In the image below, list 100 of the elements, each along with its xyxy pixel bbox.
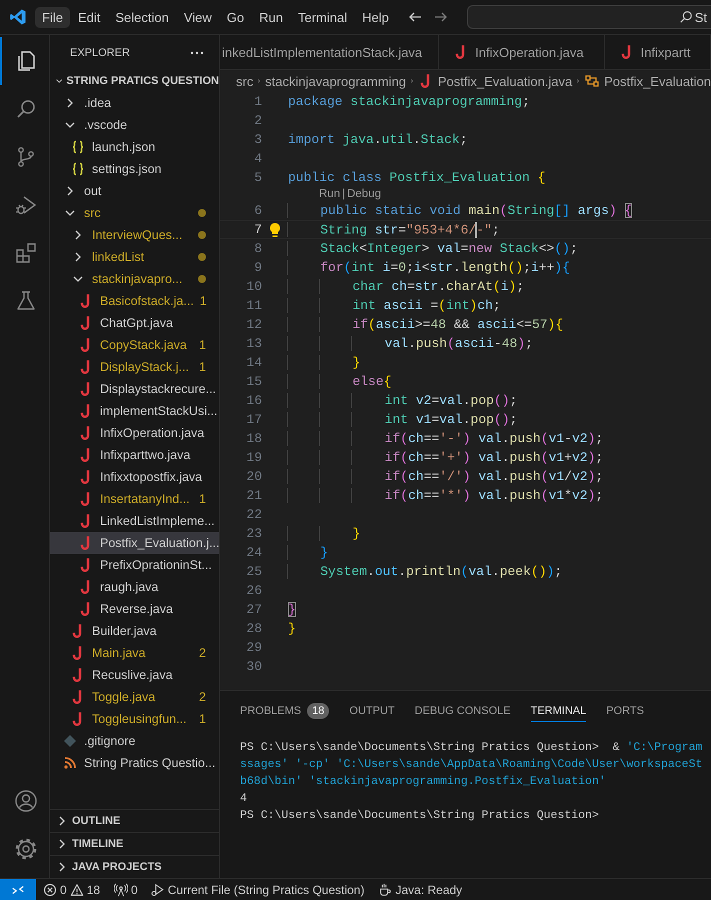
line-number: 14 bbox=[245, 355, 262, 370]
tree-item[interactable]: Builder.java bbox=[50, 620, 219, 642]
panel-tab[interactable]: PORTS bbox=[606, 700, 644, 722]
tree-item[interactable]: Toggleusingfun... 1 bbox=[50, 708, 219, 730]
section-header[interactable]: TIMELINE bbox=[50, 832, 219, 855]
file-name: Reverse.java bbox=[100, 602, 174, 616]
error-count: 0 bbox=[60, 882, 67, 896]
code-line: import java.util.Stack; bbox=[288, 132, 468, 147]
breadcrumb-item[interactable]: stackinjavaprogramming bbox=[265, 74, 406, 88]
panel-tab[interactable]: OUTPUT bbox=[349, 700, 395, 722]
line-number: 11 bbox=[245, 298, 262, 313]
tree-item[interactable]: Toggle.java 2 bbox=[50, 686, 219, 708]
file-name: implementStackUsi... bbox=[100, 404, 218, 418]
tree-item[interactable]: Postfix_Evaluation.j... bbox=[50, 532, 219, 554]
file-name: InfixOperation.java bbox=[100, 426, 206, 440]
editor-tab[interactable]: inkedListImplementationStack.java bbox=[220, 35, 440, 69]
status-item[interactable]: 0 bbox=[114, 882, 138, 896]
tree-item[interactable]: Main.java 2 bbox=[50, 642, 219, 664]
problem-count: 1 bbox=[199, 360, 207, 374]
code-line: } bbox=[288, 545, 328, 560]
code-line: } bbox=[288, 621, 296, 636]
status-item[interactable]: 0 bbox=[43, 882, 67, 896]
tree-item[interactable]: InterviewQues... bbox=[50, 224, 219, 246]
problem-count: 1 bbox=[199, 338, 207, 352]
tree-item[interactable]: .vscode bbox=[50, 114, 219, 136]
code-line: int v2=val.pop(); bbox=[288, 393, 518, 408]
panel-tab[interactable]: PROBLEMS 18 bbox=[240, 700, 330, 722]
breadcrumb-item[interactable]: Postfix_Evaluation.java bbox=[418, 73, 572, 89]
tree-item[interactable]: linkedList bbox=[50, 246, 219, 268]
line-number: 26 bbox=[245, 583, 262, 598]
tree-item[interactable]: .gitignore bbox=[50, 730, 219, 752]
folder-name: InterviewQues... bbox=[92, 228, 184, 242]
tree-item[interactable]: Displaystackrecure... bbox=[50, 378, 219, 400]
editor-tab[interactable]: Infixpartt bbox=[604, 35, 711, 69]
tree-item[interactable]: Infixxtopostfix.java bbox=[50, 466, 219, 488]
status-item[interactable]: 18 bbox=[70, 882, 100, 896]
code-line: System.out.println(val.peek()); bbox=[288, 564, 562, 579]
code-line: } bbox=[288, 355, 360, 370]
problem-dot bbox=[198, 253, 206, 261]
panel-title: EXPLORER bbox=[70, 46, 130, 58]
menu-item[interactable]: Go bbox=[220, 6, 252, 28]
tree-item[interactable]: stackinjavapro... bbox=[50, 268, 219, 290]
status-item[interactable]: Java: Ready bbox=[378, 882, 462, 896]
menu-item[interactable]: View bbox=[176, 6, 219, 28]
menu-item[interactable]: File bbox=[35, 6, 70, 28]
file-name: DisplayStack.j... bbox=[100, 360, 190, 374]
tree-item[interactable]: launch.json bbox=[50, 136, 219, 158]
tree-item[interactable]: Reverse.java bbox=[50, 598, 219, 620]
section-header[interactable]: OUTLINE bbox=[50, 809, 219, 832]
tree-item[interactable]: CopyStack.java 1 bbox=[50, 334, 219, 356]
lightbulb-icon[interactable] bbox=[268, 222, 282, 238]
section-title: JAVA PROJECTS bbox=[72, 861, 162, 873]
tree-item[interactable]: Recuslive.java bbox=[50, 664, 219, 686]
file-name: raugh.java bbox=[100, 580, 160, 594]
code-line: if(ch=='-') val.push(v1-v2); bbox=[288, 431, 604, 446]
port-count: 0 bbox=[131, 882, 138, 896]
line-number: 6 bbox=[253, 203, 262, 218]
breadcrumb-item[interactable]: src bbox=[236, 74, 254, 88]
code-line: int ascii =(int)ch; bbox=[288, 298, 501, 313]
section-header[interactable]: STRING PRATICS QUESTION bbox=[50, 70, 219, 92]
menu-item[interactable]: Edit bbox=[70, 6, 108, 28]
breadcrumb-item[interactable]: Postfix_Evaluation bbox=[584, 73, 711, 89]
tree-item[interactable]: InfixOperation.java bbox=[50, 422, 219, 444]
tree-item[interactable]: src bbox=[50, 202, 219, 224]
menu-item[interactable]: Run bbox=[252, 6, 290, 28]
file-name: InsertatanyInd... bbox=[100, 492, 191, 506]
command-center-text: St bbox=[694, 10, 707, 24]
tree-item[interactable]: ChatGpt.java bbox=[50, 312, 219, 334]
count-badge: 18 bbox=[307, 702, 330, 718]
tree-item[interactable]: InsertatanyInd... 1 bbox=[50, 488, 219, 510]
tree-item[interactable]: String Pratics Questio... bbox=[50, 752, 219, 774]
line-number: 24 bbox=[245, 545, 262, 560]
terminal-line: ssages' '-cp' 'C:\Users\sande\AppData\Roaming\Code\User\workspaceSt bbox=[240, 757, 704, 773]
panel-tab[interactable]: TERMINAL bbox=[530, 700, 586, 722]
tree-item[interactable]: .idea bbox=[50, 92, 219, 114]
tree-item[interactable]: implementStackUsi... bbox=[50, 400, 219, 422]
remote-button[interactable] bbox=[0, 879, 36, 900]
file-name: LinkedListImpleme... bbox=[100, 514, 215, 528]
panel-tab-label: PROBLEMS bbox=[240, 704, 302, 716]
tree-item[interactable]: raugh.java bbox=[50, 576, 219, 598]
problem-count: 1 bbox=[199, 492, 207, 506]
tree-item[interactable]: DisplayStack.j... 1 bbox=[50, 356, 219, 378]
tab-label: Infixpartt bbox=[640, 44, 690, 60]
tree-item[interactable]: Infixparttwo.java bbox=[50, 444, 219, 466]
tree-item[interactable]: Basicofstack.ja... 1 bbox=[50, 290, 219, 312]
tree-item[interactable]: LinkedListImpleme... bbox=[50, 510, 219, 532]
tree-item[interactable]: settings.json bbox=[50, 158, 219, 180]
menu-item[interactable]: Help bbox=[355, 6, 396, 28]
codelens-link[interactable]: Debug bbox=[347, 188, 381, 200]
tree-item[interactable]: PrefixOprationinSt... bbox=[50, 554, 219, 576]
file-name: ChatGpt.java bbox=[100, 316, 174, 330]
command-center[interactable]: St bbox=[466, 5, 711, 29]
tree-item[interactable]: out bbox=[50, 180, 219, 202]
file-name: Basicofstack.ja... bbox=[100, 294, 194, 308]
menu-item[interactable]: Terminal bbox=[291, 6, 354, 28]
error-icon bbox=[43, 882, 57, 896]
codelens-link[interactable]: Run bbox=[319, 188, 340, 200]
panel-tab[interactable]: DEBUG CONSOLE bbox=[414, 700, 511, 722]
code-line: package stackinjavaprogramming; bbox=[288, 94, 530, 109]
menu-item[interactable]: Selection bbox=[108, 6, 176, 28]
